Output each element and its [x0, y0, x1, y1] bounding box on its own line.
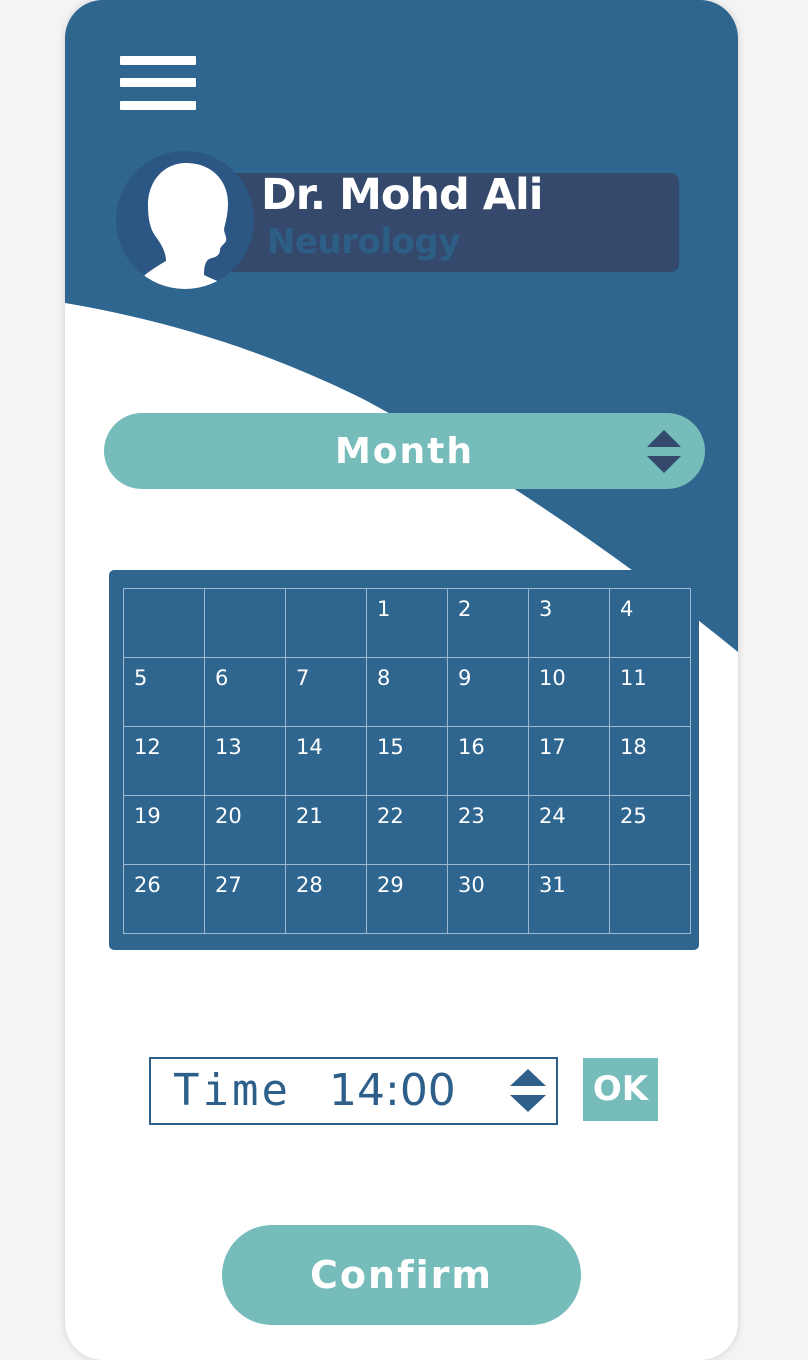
calendar-week-row: 26 27 28 29 30 31: [123, 864, 691, 934]
calendar-day-number: 14: [296, 735, 323, 759]
calendar-day-number: 31: [539, 873, 566, 897]
calendar-day-cell[interactable]: 2: [447, 588, 529, 658]
calendar-empty-cell: [285, 588, 367, 658]
calendar-day-cell[interactable]: 1: [366, 588, 448, 658]
calendar-day-number: 7: [296, 666, 310, 690]
calendar-day-cell[interactable]: 8: [366, 657, 448, 727]
month-select-label: Month: [334, 431, 475, 472]
calendar-day-cell[interactable]: 25: [609, 795, 691, 865]
app-screen: Dr. Mohd Ali Neurology Month 1 2 3 4 5 6 7 8 9 10…: [65, 0, 738, 1360]
calendar-day-cell[interactable]: 28: [285, 864, 367, 934]
up-down-arrows-icon[interactable]: [510, 1069, 546, 1113]
calendar-week-row: 1 2 3 4: [123, 588, 691, 658]
calendar-day-cell[interactable]: 14: [285, 726, 367, 796]
calendar: 1 2 3 4 5 6 7 8 9 10 11 12 13 14 15 16 17 18 19 20 21 22 23 24 2…: [109, 570, 699, 950]
calendar-day-cell[interactable]: 11: [609, 657, 691, 727]
time-label: Time: [173, 1065, 291, 1116]
calendar-week-row: 12 13 14 15 16 17 18: [123, 726, 691, 796]
calendar-day-cell[interactable]: 10: [528, 657, 610, 727]
calendar-day-cell[interactable]: 21: [285, 795, 367, 865]
calendar-day-number: 17: [539, 735, 566, 759]
calendar-day-cell[interactable]: 3: [528, 588, 610, 658]
calendar-day-number: 10: [539, 666, 566, 690]
calendar-week-row: 19 20 21 22 23 24 25: [123, 795, 691, 865]
calendar-day-number: 6: [215, 666, 229, 690]
ok-button[interactable]: OK: [583, 1058, 658, 1121]
calendar-day-number: 11: [620, 666, 647, 690]
calendar-day-cell[interactable]: 29: [366, 864, 448, 934]
calendar-day-cell[interactable]: 12: [123, 726, 205, 796]
calendar-day-number: 12: [134, 735, 161, 759]
calendar-day-cell[interactable]: 17: [528, 726, 610, 796]
doctor-name: Dr. Mohd Ali: [261, 170, 544, 220]
calendar-day-cell[interactable]: 23: [447, 795, 529, 865]
person-silhouette-icon: [116, 151, 254, 289]
calendar-empty-cell: [609, 864, 691, 934]
calendar-empty-cell: [204, 588, 286, 658]
doctor-specialty: Neurology: [267, 222, 460, 262]
calendar-day-number: 21: [296, 804, 323, 828]
calendar-day-cell[interactable]: 4: [609, 588, 691, 658]
confirm-button[interactable]: Confirm: [222, 1225, 581, 1325]
month-select[interactable]: Month: [104, 413, 705, 489]
calendar-day-number: 13: [215, 735, 242, 759]
up-down-arrows-icon[interactable]: [647, 430, 681, 474]
calendar-day-number: 20: [215, 804, 242, 828]
calendar-day-cell[interactable]: 24: [528, 795, 610, 865]
time-value[interactable]: 14:00: [329, 1065, 456, 1116]
calendar-day-number: 16: [458, 735, 485, 759]
calendar-day-number: 28: [296, 873, 323, 897]
calendar-day-number: 19: [134, 804, 161, 828]
calendar-day-number: 30: [458, 873, 485, 897]
calendar-day-cell[interactable]: 16: [447, 726, 529, 796]
calendar-day-cell[interactable]: 31: [528, 864, 610, 934]
calendar-day-cell[interactable]: 30: [447, 864, 529, 934]
calendar-day-number: 2: [458, 597, 472, 621]
calendar-day-cell[interactable]: 5: [123, 657, 205, 727]
calendar-day-number: 27: [215, 873, 242, 897]
calendar-day-number: 15: [377, 735, 404, 759]
calendar-day-cell[interactable]: 7: [285, 657, 367, 727]
calendar-grid: 1 2 3 4 5 6 7 8 9 10 11 12 13 14 15 16 17 18 19 20 21 22 23 24 2…: [123, 588, 691, 934]
calendar-day-cell[interactable]: 6: [204, 657, 286, 727]
calendar-day-number: 29: [377, 873, 404, 897]
calendar-day-cell[interactable]: 18: [609, 726, 691, 796]
calendar-day-number: 22: [377, 804, 404, 828]
calendar-day-number: 1: [377, 597, 391, 621]
calendar-day-number: 4: [620, 597, 634, 621]
calendar-day-cell[interactable]: 22: [366, 795, 448, 865]
calendar-empty-cell: [123, 588, 205, 658]
calendar-day-cell[interactable]: 15: [366, 726, 448, 796]
hamburger-menu-icon[interactable]: [120, 56, 196, 112]
calendar-day-number: 9: [458, 666, 472, 690]
calendar-day-cell[interactable]: 27: [204, 864, 286, 934]
calendar-day-number: 23: [458, 804, 485, 828]
calendar-day-cell[interactable]: 19: [123, 795, 205, 865]
calendar-day-number: 3: [539, 597, 553, 621]
time-picker[interactable]: Time 14:00: [149, 1057, 558, 1125]
calendar-day-number: 26: [134, 873, 161, 897]
calendar-day-number: 5: [134, 666, 148, 690]
calendar-day-number: 8: [377, 666, 391, 690]
calendar-day-number: 18: [620, 735, 647, 759]
calendar-week-row: 5 6 7 8 9 10 11: [123, 657, 691, 727]
calendar-day-number: 24: [539, 804, 566, 828]
calendar-day-cell[interactable]: 9: [447, 657, 529, 727]
calendar-day-cell[interactable]: 20: [204, 795, 286, 865]
calendar-day-cell[interactable]: 13: [204, 726, 286, 796]
calendar-day-cell[interactable]: 26: [123, 864, 205, 934]
calendar-day-number: 25: [620, 804, 647, 828]
